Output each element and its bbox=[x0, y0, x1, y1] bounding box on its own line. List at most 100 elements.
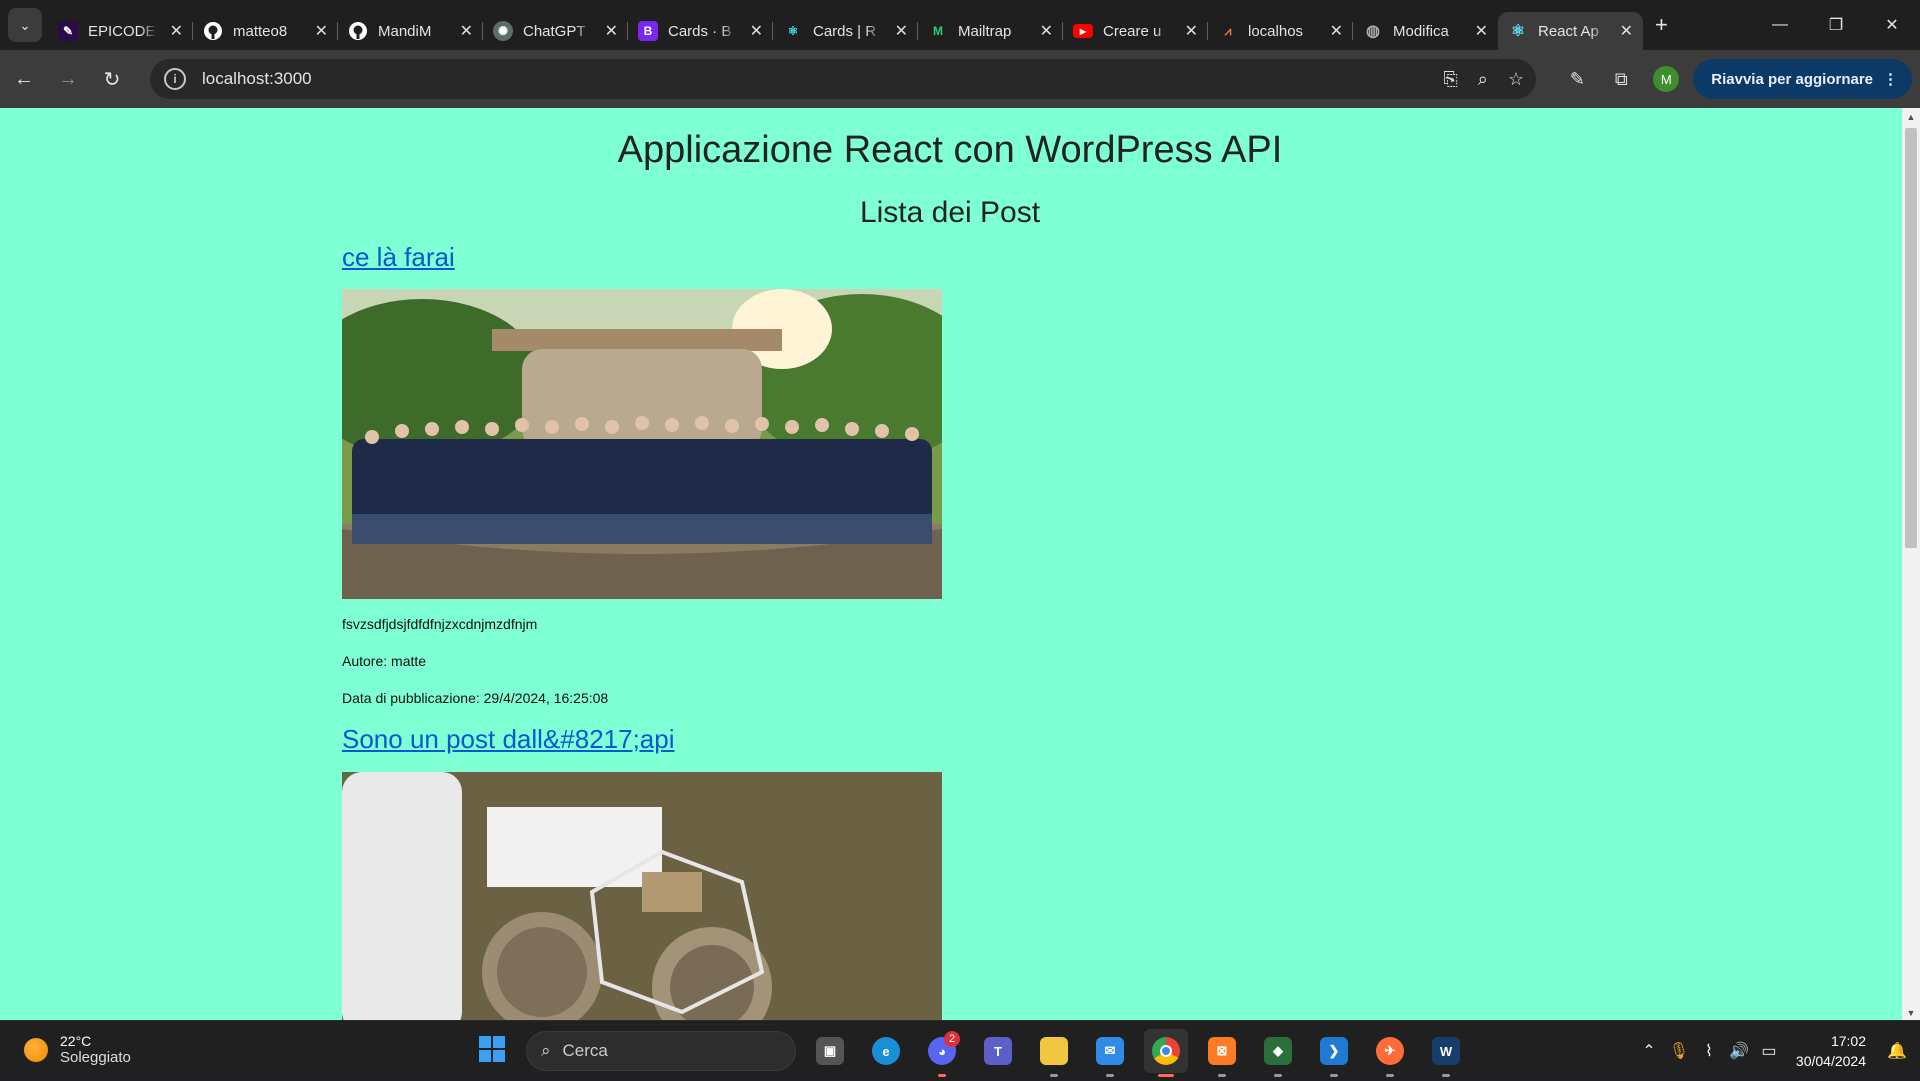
profile-avatar[interactable]: M bbox=[1653, 66, 1680, 92]
task-view-icon: ▣ bbox=[816, 1037, 844, 1065]
tab-search-button[interactable]: ⌄ bbox=[8, 8, 42, 42]
url-text[interactable]: localhost:3000 bbox=[202, 69, 312, 89]
tab-title: Modifica bbox=[1393, 22, 1449, 40]
post-featured-image bbox=[342, 772, 942, 1020]
minimize-icon[interactable]: — bbox=[1752, 16, 1808, 34]
search-icon: ⌕ bbox=[541, 1041, 551, 1060]
volume-icon[interactable]: 🔊 bbox=[1724, 1041, 1754, 1061]
react-icon: ⚛ bbox=[1510, 23, 1526, 40]
bookmark-star-icon[interactable]: ☆ bbox=[1508, 69, 1524, 90]
address-bar-actions: ⎘ ⌕ ☆ bbox=[1443, 59, 1524, 99]
forward-button[interactable]: → bbox=[48, 59, 88, 99]
close-icon[interactable]: ✕ bbox=[170, 21, 183, 41]
clock[interactable]: 17:02 30/04/2024 bbox=[1796, 1031, 1866, 1071]
taskbar-teams[interactable]: T bbox=[976, 1029, 1020, 1073]
post-title-link[interactable]: ce là farai bbox=[342, 242, 455, 273]
youtube-icon: ▶ bbox=[1073, 24, 1093, 38]
weather-temperature: 22°C bbox=[60, 1033, 92, 1049]
tab-youtube[interactable]: ▶ Creare u ✕ bbox=[1063, 12, 1208, 50]
toolbar-right: ✎ ⧉ M Riavvia per aggiornare ⋮ bbox=[1555, 50, 1920, 108]
xampp-icon: ⩘ bbox=[1224, 23, 1232, 38]
tab-title: MandiM bbox=[378, 22, 432, 40]
close-icon[interactable]: ✕ bbox=[1620, 21, 1633, 41]
taskbar-file-explorer[interactable] bbox=[1032, 1029, 1076, 1077]
taskbar-chrome[interactable] bbox=[1144, 1029, 1188, 1077]
taskbar-discord[interactable]: ◕ 2 bbox=[920, 1029, 964, 1077]
tab-title: ChatGPT bbox=[523, 22, 586, 40]
start-button[interactable] bbox=[470, 1029, 514, 1073]
notification-bell-icon[interactable]: 🔔 bbox=[1882, 1041, 1912, 1061]
close-icon[interactable]: ✕ bbox=[315, 21, 328, 41]
post-date: Data di pubblicazione: 29/4/2024, 16:25:… bbox=[342, 690, 609, 706]
zoom-icon[interactable]: ⌕ bbox=[1478, 69, 1488, 90]
taskbar-xampp[interactable]: ⊠ bbox=[1200, 1029, 1244, 1077]
mail-icon: ✉ bbox=[1096, 1037, 1124, 1065]
arrow-right-icon: → bbox=[58, 67, 78, 90]
taskbar-vscode[interactable]: ❯ bbox=[1312, 1029, 1356, 1077]
tab-github-matteo[interactable]: matteo8 ✕ bbox=[193, 12, 338, 50]
github-icon bbox=[203, 21, 223, 41]
close-icon[interactable]: ✕ bbox=[605, 21, 618, 41]
tab-mailtrap[interactable]: M Mailtrap ✕ bbox=[918, 12, 1063, 50]
taskbar-sourcetree[interactable]: ◆ bbox=[1256, 1029, 1300, 1077]
scroll-up-icon[interactable]: ▲ bbox=[1902, 112, 1920, 122]
bootstrap-icon: B bbox=[638, 21, 658, 41]
git-icon: ◆ bbox=[1264, 1037, 1292, 1065]
task-view-button[interactable]: ▣ bbox=[808, 1029, 852, 1073]
tab-react-bootstrap-cards[interactable]: ⚛ Cards | R ✕ bbox=[773, 12, 918, 50]
page-scrollbar[interactable]: ▲ ▼ bbox=[1902, 108, 1920, 1020]
post-title-link[interactable]: Sono un post dall&#8217;api bbox=[342, 724, 675, 755]
scrollbar-thumb[interactable] bbox=[1905, 128, 1917, 548]
tab-chatgpt[interactable]: ✺ ChatGPT ✕ bbox=[483, 12, 628, 50]
chatgpt-icon: ✺ bbox=[493, 21, 513, 41]
page-title: Applicazione React con WordPress API bbox=[617, 129, 1283, 171]
tab-github-mandi[interactable]: MandiM ✕ bbox=[338, 12, 483, 50]
battery-icon[interactable]: ▭ bbox=[1754, 1041, 1784, 1061]
tab-localhost-xampp[interactable]: ⩘ localhos ✕ bbox=[1208, 12, 1353, 50]
teams-icon: T bbox=[984, 1037, 1012, 1065]
restore-icon[interactable]: ❐ bbox=[1808, 15, 1864, 35]
chevron-up-icon[interactable]: ⌃ bbox=[1634, 1041, 1664, 1061]
close-icon[interactable]: ✕ bbox=[1185, 21, 1198, 41]
wifi-icon[interactable]: ⌇ bbox=[1694, 1041, 1724, 1061]
close-icon[interactable]: ✕ bbox=[750, 21, 763, 41]
close-icon[interactable]: ✕ bbox=[1475, 21, 1488, 41]
close-icon[interactable]: ✕ bbox=[895, 21, 908, 41]
edit-extension-icon[interactable]: ✎ bbox=[1555, 69, 1599, 90]
close-icon[interactable]: ✕ bbox=[1040, 21, 1053, 41]
page-viewport: Applicazione React con WordPress API Lis… bbox=[0, 108, 1920, 1020]
clock-date: 30/04/2024 bbox=[1795, 1053, 1866, 1069]
taskbar-edge[interactable]: e bbox=[864, 1029, 908, 1073]
site-info-icon[interactable]: i bbox=[164, 68, 186, 90]
taskbar-postman[interactable]: ✈ bbox=[1368, 1029, 1412, 1077]
tab-bootstrap-cards[interactable]: B Cards · B ✕ bbox=[628, 12, 773, 50]
post-excerpt: fsvzsdfjdsjfdfdfnjzxcdnjmzdfnjm bbox=[342, 616, 538, 632]
tab-epicode[interactable]: ✎ EPICODE ✕ bbox=[48, 12, 193, 50]
taskbar-app-w[interactable]: W bbox=[1424, 1029, 1468, 1077]
update-restart-button[interactable]: Riavvia per aggiornare ⋮ bbox=[1693, 59, 1912, 99]
weather-widget[interactable]: 22°C Soleggiato bbox=[24, 1033, 131, 1066]
search-placeholder: Cerca bbox=[562, 1041, 608, 1060]
reload-button[interactable]: ↻ bbox=[92, 59, 132, 99]
address-bar[interactable]: i localhost:3000 ⎘ ⌕ ☆ bbox=[150, 59, 1536, 99]
taskbar-mail[interactable]: ✉ bbox=[1088, 1029, 1132, 1077]
windows-logo-icon bbox=[478, 1035, 506, 1068]
tab-modifica[interactable]: ◍ Modifica ✕ bbox=[1353, 12, 1498, 50]
taskbar-search[interactable]: ⌕ Cerca bbox=[526, 1031, 796, 1071]
tab-react-app[interactable]: ⚛ React Ap ✕ bbox=[1498, 12, 1643, 50]
microphone-icon[interactable]: 🎙 bbox=[1664, 1041, 1694, 1061]
new-tab-button[interactable]: + bbox=[1655, 12, 1668, 38]
browser-tab-strip: ⌄ ✎ EPICODE ✕ matteo8 ✕ MandiM ✕ ✺ ChatG… bbox=[0, 0, 1920, 50]
back-button[interactable]: ← bbox=[4, 59, 44, 99]
github-icon bbox=[348, 21, 368, 41]
clock-time: 17:02 bbox=[1830, 1033, 1866, 1049]
close-icon[interactable]: ✕ bbox=[460, 21, 473, 41]
extensions-puzzle-icon[interactable]: ⧉ bbox=[1599, 69, 1643, 90]
w-app-icon: W bbox=[1432, 1037, 1460, 1065]
install-app-icon[interactable]: ⎘ bbox=[1443, 69, 1457, 90]
react-bootstrap-icon: ⚛ bbox=[787, 24, 799, 38]
scroll-down-icon[interactable]: ▼ bbox=[1902, 1008, 1920, 1018]
close-window-icon[interactable]: ✕ bbox=[1864, 15, 1920, 35]
close-icon[interactable]: ✕ bbox=[1330, 21, 1343, 41]
globe-icon: ◍ bbox=[1366, 23, 1380, 40]
